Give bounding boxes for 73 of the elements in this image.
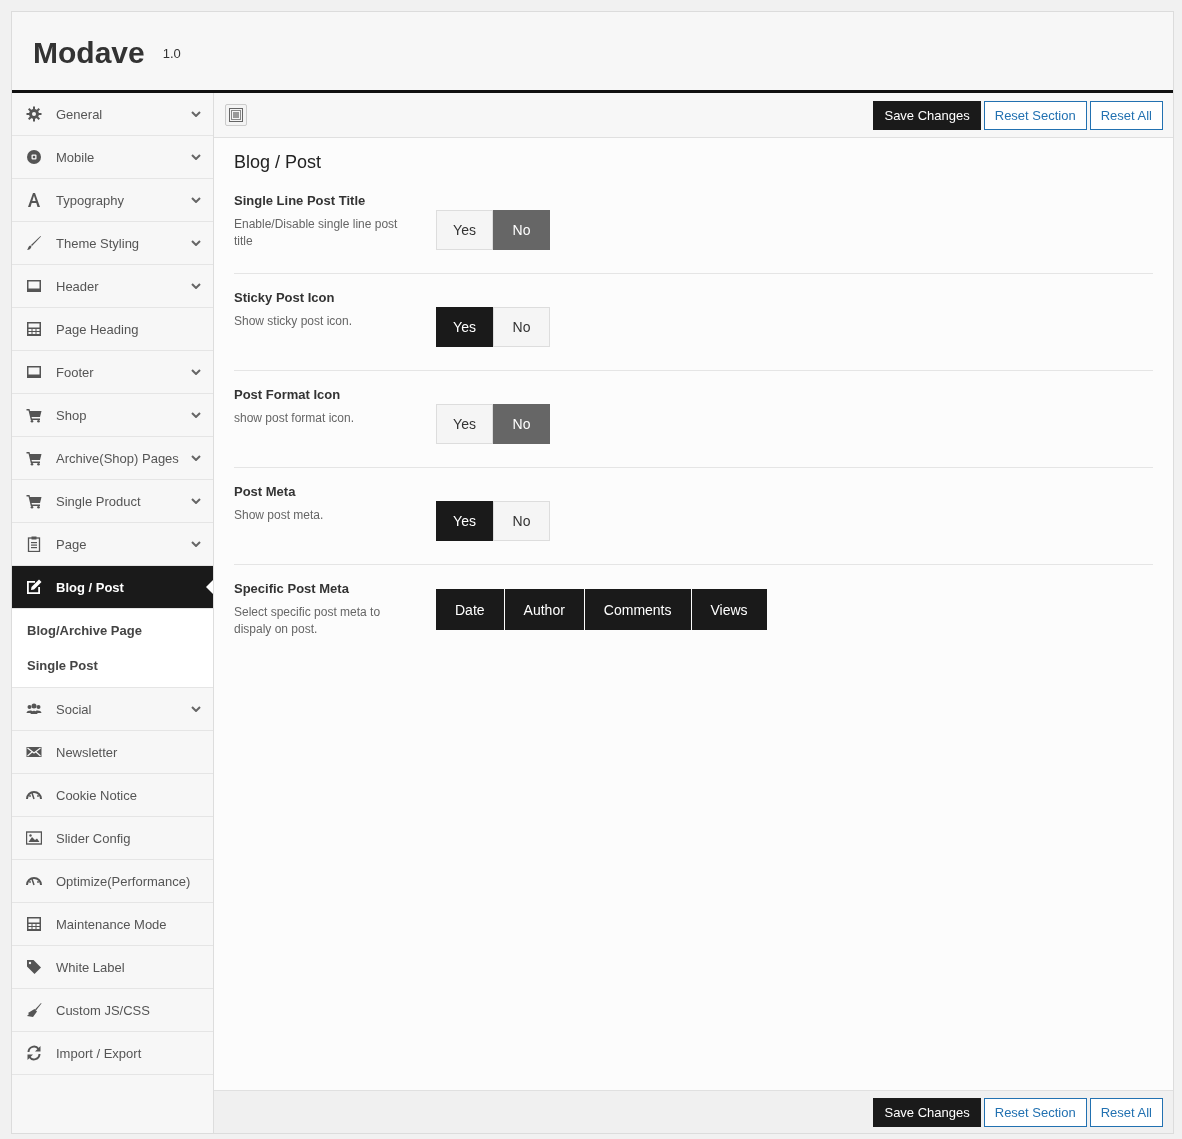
- brush-icon: [26, 235, 42, 251]
- sidebar-item[interactable]: Slider Config: [12, 817, 213, 860]
- section-title: Blog / Post: [234, 152, 323, 173]
- field-description: show post format icon.: [234, 410, 356, 427]
- sidebar-item[interactable]: Import / Export: [12, 1032, 213, 1075]
- toggle-option-button[interactable]: Yes: [436, 210, 493, 250]
- version-label: 1.0: [162, 46, 181, 61]
- app-title: Modave: [33, 36, 145, 70]
- cart-icon: [26, 493, 42, 509]
- reset-button[interactable]: Reset All: [1089, 1097, 1163, 1127]
- field-title: Post Format Icon: [234, 387, 342, 402]
- save-button[interactable]: Save Changes: [873, 100, 981, 130]
- layout-icon: [26, 321, 42, 337]
- toggle-option-button[interactable]: No: [493, 210, 550, 250]
- meta-option-button[interactable]: Author: [504, 589, 584, 630]
- sidebar-item[interactable]: Typography: [12, 179, 213, 222]
- layout-toggle-button[interactable]: [225, 104, 247, 126]
- users-icon: [26, 701, 42, 717]
- sidebar-item[interactable]: Page Heading: [12, 308, 213, 351]
- sidebar-item[interactable]: Optimize(Performance): [12, 860, 213, 903]
- meta-option-button[interactable]: Date: [436, 589, 504, 630]
- typography-icon: [26, 192, 42, 208]
- cart-icon: [26, 407, 42, 423]
- toggle-option-button[interactable]: Yes: [436, 501, 493, 541]
- toggle-option-button[interactable]: Yes: [436, 307, 493, 347]
- toggle-option-button[interactable]: No: [493, 307, 550, 347]
- edit-icon: [26, 579, 42, 595]
- submenu-item[interactable]: Blog/Archive Page: [12, 613, 213, 648]
- save-button[interactable]: Save Changes: [873, 1097, 981, 1127]
- sidebar-item[interactable]: Theme Styling: [12, 222, 213, 265]
- cart-icon: [26, 450, 42, 466]
- field-description: Select specific post meta to dispaly on post.: [234, 604, 382, 638]
- reset-button[interactable]: Reset All: [1089, 100, 1163, 130]
- clipboard-icon: [26, 536, 42, 552]
- tag-icon: [26, 959, 42, 975]
- reset-button[interactable]: Reset Section: [983, 100, 1087, 130]
- layout-icon: [26, 916, 42, 932]
- field-title: Single Line Post Title: [234, 193, 367, 208]
- sidebar-item[interactable]: Cookie Notice: [12, 774, 213, 817]
- toggle-option-button[interactable]: Yes: [436, 404, 493, 444]
- sidebar-item[interactable]: Newsletter: [12, 731, 213, 774]
- gear-icon: [26, 106, 42, 122]
- sidebar-item[interactable]: Maintenance Mode: [12, 903, 213, 946]
- submenu-item[interactable]: Single Post: [12, 648, 213, 683]
- circle-icon: [26, 149, 42, 165]
- sidebar-item[interactable]: White Label: [12, 946, 213, 989]
- sidebar-item[interactable]: Shop: [12, 394, 213, 437]
- field-description: Enable/Disable single line post title: [234, 216, 399, 250]
- field-title: Post Meta: [234, 484, 297, 499]
- sidebar-item[interactable]: Header: [12, 265, 213, 308]
- sidebar-item[interactable]: Footer: [12, 351, 213, 394]
- image-icon: [26, 830, 42, 846]
- broom-icon: [26, 1002, 42, 1018]
- field-title: Specific Post Meta: [234, 581, 350, 596]
- reset-button[interactable]: Reset Section: [983, 1097, 1087, 1127]
- field-description: Show post meta.: [234, 507, 325, 524]
- monitor-icon: [26, 364, 42, 380]
- field-title: Sticky Post Icon: [234, 290, 336, 305]
- refresh-icon: [26, 1045, 42, 1061]
- sidebar-item[interactable]: General: [12, 93, 213, 136]
- sidebar-item[interactable]: Custom JS/CSS: [12, 989, 213, 1032]
- monitor-icon: [26, 278, 42, 294]
- sidebar-item[interactable]: Blog / Post: [12, 566, 213, 609]
- meta-option-button[interactable]: Views: [691, 589, 767, 630]
- sidebar-item[interactable]: Archive(Shop) Pages: [12, 437, 213, 480]
- field-description: Show sticky post icon.: [234, 313, 354, 330]
- toggle-option-button[interactable]: No: [493, 501, 550, 541]
- meta-option-button[interactable]: Comments: [584, 589, 691, 630]
- sidebar-item[interactable]: Mobile: [12, 136, 213, 179]
- toggle-option-button[interactable]: No: [493, 404, 550, 444]
- envelope-icon: [26, 744, 42, 760]
- sidebar-item[interactable]: Social: [12, 688, 213, 731]
- sidebar-item[interactable]: Single Product: [12, 480, 213, 523]
